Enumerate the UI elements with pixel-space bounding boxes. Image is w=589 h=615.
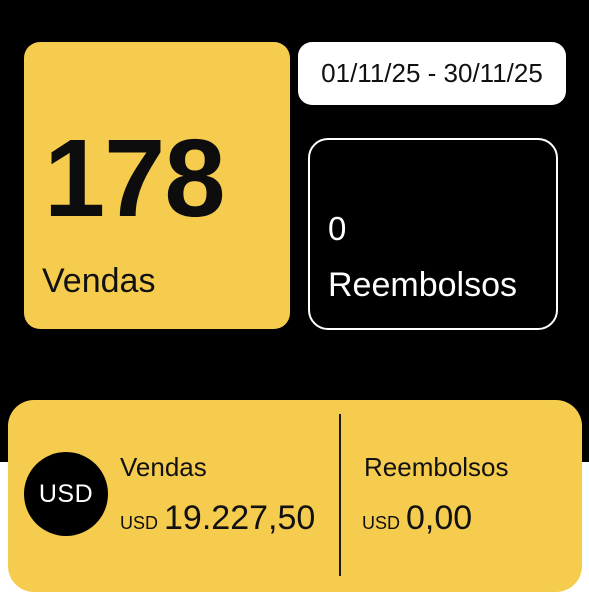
refunds-amount-value: 0,00 <box>406 499 473 537</box>
sales-currency-code: USD <box>120 513 159 533</box>
refunds-currency-code: USD <box>362 513 401 533</box>
refunds-count: 0 <box>328 210 347 247</box>
refunds-revenue-amount: USD 0,00 <box>362 499 472 538</box>
sales-count-card[interactable]: 178 Vendas <box>24 42 290 329</box>
sales-revenue-label: Vendas <box>120 452 207 482</box>
date-range-selector[interactable]: 01/11/25 - 30/11/25 <box>298 42 566 105</box>
sales-count-label: Vendas <box>42 262 156 300</box>
currency-badge: USD <box>24 452 108 536</box>
sales-count: 178 <box>44 117 226 240</box>
refunds-revenue-label: Reembolsos <box>364 452 509 482</box>
sales-revenue-amount: USD 19.227,50 <box>120 499 315 538</box>
refunds-count-label: Reembolsos <box>328 266 517 304</box>
revenue-summary-card: USD Vendas USD 19.227,50 Reembolsos USD … <box>8 400 582 592</box>
summary-divider <box>339 414 341 576</box>
sales-amount-value: 19.227,50 <box>164 499 316 537</box>
refunds-count-card[interactable]: 0 Reembolsos <box>308 138 558 330</box>
